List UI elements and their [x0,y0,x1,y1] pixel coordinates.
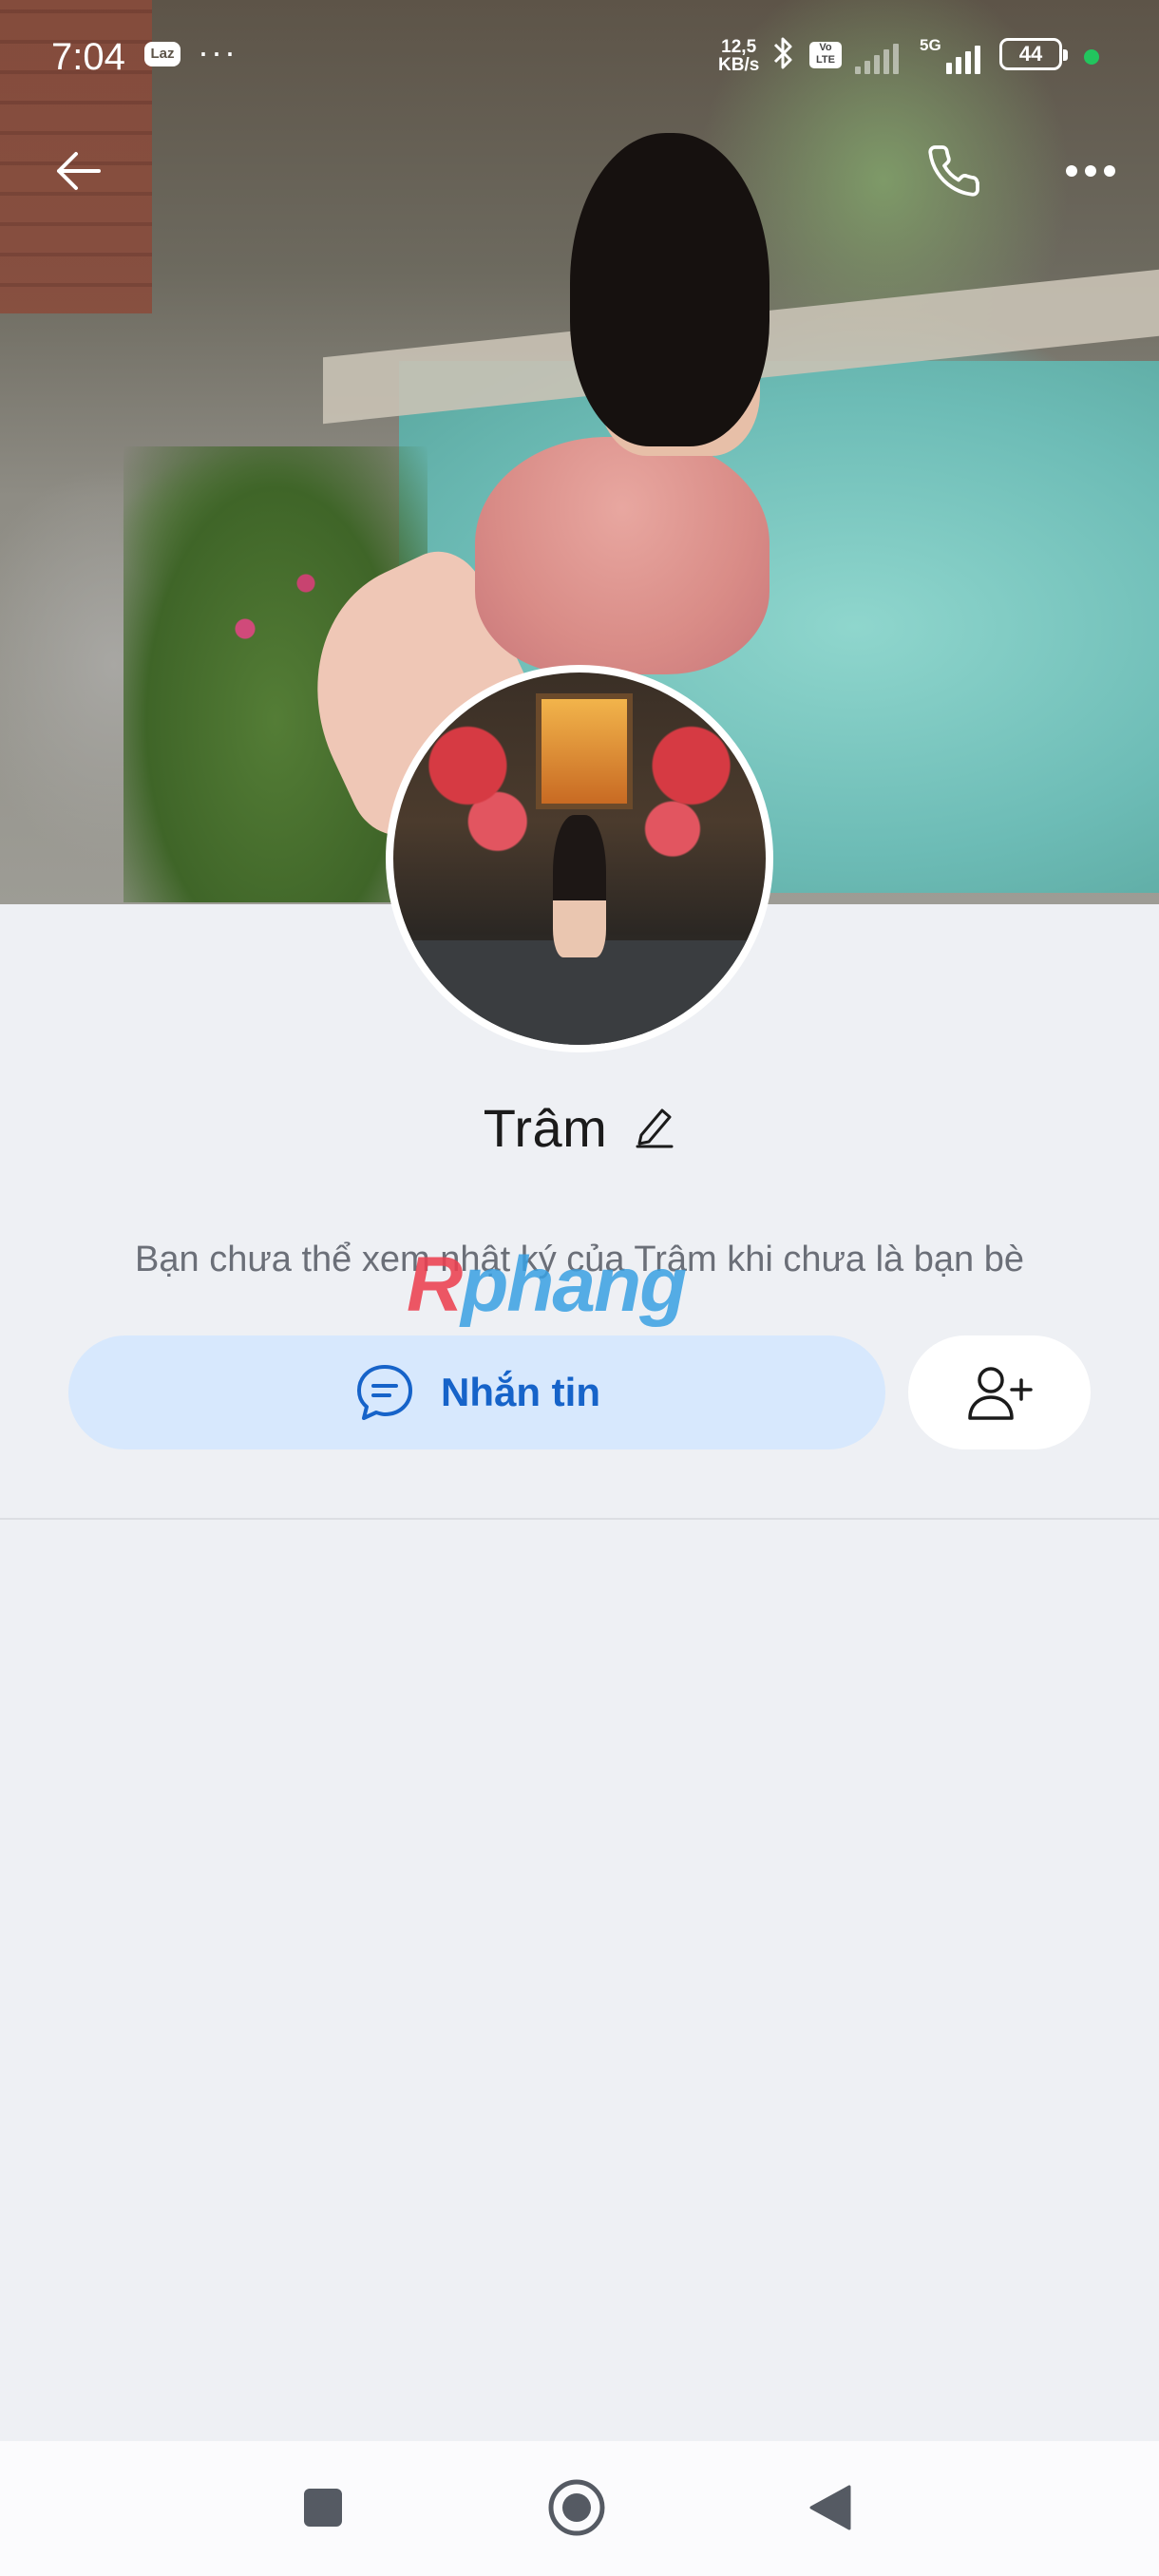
battery-level: 44 [1018,42,1043,66]
back-nav-button[interactable] [792,2470,868,2546]
square-icon [304,2489,342,2527]
phone-icon [928,145,979,197]
more-horizontal-icon [1066,165,1115,177]
lazada-notification-icon: Laz [144,42,180,66]
more-notifications-icon: ··· [198,32,238,71]
triangle-back-icon [809,2485,851,2530]
volte-icon: Vo LTE [809,42,842,68]
network-speed-value: 12,5 [721,37,757,57]
edit-name-button[interactable] [634,1103,675,1153]
profile-name: Trâm [483,1098,608,1158]
chat-bubble-icon [357,1365,412,1420]
user-plus-icon [968,1367,1033,1420]
watermark-part-1: R [407,1241,463,1328]
cover-figure-dress [475,437,770,674]
system-navigation-bar [0,2441,1159,2576]
network-speed-unit: KB/s [718,55,760,75]
profile-name-row: Trâm [0,1097,1159,1159]
message-button-label: Nhắn tin [441,1370,600,1414]
privacy-indicator-dot [1084,49,1099,65]
network-speed: 12,5 KB/s [718,38,759,74]
home-button[interactable] [539,2470,615,2546]
arrow-left-icon [57,152,101,190]
signal-sim2-icon [946,42,980,74]
message-button[interactable]: Nhắn tin [68,1335,885,1449]
recents-button[interactable] [285,2470,361,2546]
cover-figure-hair [570,133,770,446]
watermark-logo: Rphang [407,1241,687,1328]
status-time: 7:04 [51,36,125,78]
call-button[interactable] [916,133,992,209]
watermark-part-2: phang [461,1241,687,1328]
back-button[interactable] [40,133,116,209]
battery-icon: 44 [999,38,1068,70]
add-friend-button[interactable] [908,1335,1091,1449]
more-options-button[interactable] [1053,133,1129,209]
status-bar: 7:04 Laz ··· 12,5 KB/s Vo LTE 5G 44 [0,0,1159,114]
network-type: 5G [920,36,941,54]
avatar-figure [553,815,606,957]
avatar-image [393,672,766,1045]
home-circle-icon [548,2479,605,2536]
avatar-window [536,693,633,809]
bluetooth-icon [771,34,796,82]
pencil-icon [636,1108,674,1148]
signal-sim1-icon [855,42,899,74]
section-divider [0,1518,1159,1520]
profile-avatar[interactable] [386,665,773,1052]
